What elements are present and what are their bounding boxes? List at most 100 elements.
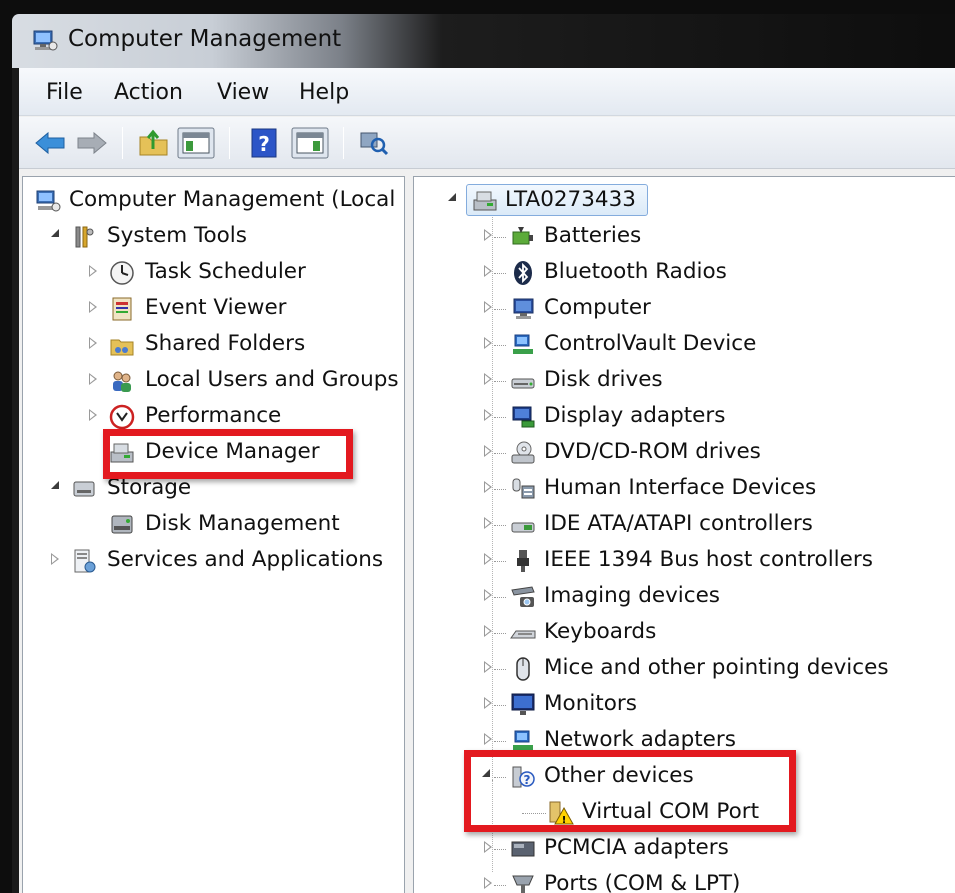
- expand-arrow-icon[interactable]: [89, 337, 97, 349]
- tree-label: Shared Folders: [145, 331, 306, 356]
- expand-arrow-icon[interactable]: [484, 697, 492, 709]
- expand-arrow-icon[interactable]: [484, 229, 492, 241]
- tree-label: ControlVault Device: [544, 331, 757, 356]
- shared-folder-icon: [110, 339, 134, 356]
- show-hide-action-pane-icon[interactable]: [291, 127, 329, 159]
- expand-arrow-icon[interactable]: [51, 553, 59, 565]
- users-icon: [113, 371, 131, 392]
- tree-label: Imaging devices: [544, 583, 721, 608]
- computer-management-window: Computer Management File Action View Hel…: [12, 14, 955, 893]
- expand-arrow-icon[interactable]: [484, 517, 492, 529]
- tree-connector: [494, 525, 506, 526]
- menu-help[interactable]: Help: [299, 80, 349, 105]
- tree-label: Disk Management: [145, 511, 340, 536]
- computer-management-icon: [33, 30, 58, 51]
- panes-area: Computer Management (Local System Tools: [19, 173, 955, 893]
- tree-label: Batteries: [544, 223, 642, 248]
- tree-label: Ports (COM & LPT): [544, 871, 741, 893]
- help-icon[interactable]: ?: [247, 127, 281, 159]
- expand-arrow-icon[interactable]: [484, 301, 492, 313]
- monitor-icon: [513, 298, 534, 319]
- collapse-arrow-icon[interactable]: [482, 769, 490, 777]
- expand-arrow-icon[interactable]: [484, 841, 492, 853]
- svg-text:?: ?: [524, 773, 531, 787]
- tree-connector: [494, 669, 506, 670]
- clock-icon: [110, 261, 134, 285]
- expand-arrow-icon[interactable]: [484, 625, 492, 637]
- port-connector-icon: [512, 875, 534, 893]
- tree-connector: [494, 489, 506, 490]
- monitor-icon: [511, 693, 535, 715]
- tree-label: LTA0273433: [505, 187, 636, 212]
- tree-label: Device Manager: [145, 439, 320, 464]
- tree-label: IDE ATA/ATAPI controllers: [544, 511, 813, 536]
- expand-arrow-icon[interactable]: [484, 409, 492, 421]
- pcmcia-card-icon: [511, 841, 535, 857]
- expand-arrow-icon[interactable]: [89, 373, 97, 385]
- expand-arrow-icon[interactable]: [484, 733, 492, 745]
- toolbar-separator: [343, 127, 344, 159]
- tree-label: Services and Applications: [107, 547, 384, 572]
- network-device-icon: [513, 334, 533, 354]
- device-tree-pane[interactable]: LTA0273433 Batteries Bluetooth Radios Co…: [413, 176, 955, 893]
- expand-arrow-icon[interactable]: [89, 265, 97, 277]
- expand-arrow-icon[interactable]: [89, 301, 97, 313]
- show-hide-console-tree-icon[interactable]: [177, 127, 215, 159]
- tree-label: Monitors: [544, 691, 637, 716]
- tree-label: Bluetooth Radios: [544, 259, 727, 284]
- computer-icon: [473, 191, 497, 211]
- tree-connector: [522, 813, 546, 814]
- event-viewer-icon: [112, 297, 132, 321]
- title-bar[interactable]: Computer Management: [12, 14, 955, 68]
- scan-hardware-icon[interactable]: [357, 127, 391, 159]
- toolbar-separator: [229, 127, 230, 159]
- collapse-arrow-icon[interactable]: [51, 229, 59, 237]
- storage-icon: [73, 481, 95, 497]
- tree-label: Display adapters: [544, 403, 726, 428]
- svg-text:!: !: [562, 815, 567, 826]
- tree-label: Local Users and Groups: [145, 367, 399, 392]
- tree-label: Performance: [145, 403, 282, 428]
- tree-label: System Tools: [107, 223, 247, 248]
- network-adapter-icon: [513, 730, 533, 750]
- tree-connector: [494, 777, 506, 778]
- svg-text:?: ?: [258, 132, 270, 156]
- expand-arrow-icon[interactable]: [484, 481, 492, 493]
- expand-arrow-icon[interactable]: [484, 445, 492, 457]
- tree-label: Event Viewer: [145, 295, 287, 320]
- console-tree-pane[interactable]: Computer Management (Local System Tools: [22, 176, 405, 893]
- menu-action[interactable]: Action: [114, 80, 183, 105]
- computer-management-icon: [36, 190, 61, 212]
- forward-icon[interactable]: [75, 127, 109, 159]
- menu-bar: File Action View Help: [19, 68, 955, 116]
- expand-arrow-icon[interactable]: [484, 553, 492, 565]
- collapse-arrow-icon[interactable]: [448, 193, 456, 201]
- tree-label: Task Scheduler: [145, 259, 306, 284]
- warning-device-icon: !: [549, 801, 574, 826]
- disk-management-icon: [111, 515, 133, 534]
- keyboard-icon: [510, 630, 536, 639]
- tree-connector: [494, 885, 506, 886]
- menu-view[interactable]: View: [217, 80, 269, 105]
- expand-arrow-icon[interactable]: [484, 661, 492, 673]
- tree-label: Other devices: [544, 763, 694, 788]
- display-adapter-icon: [512, 406, 535, 428]
- collapse-arrow-icon[interactable]: [51, 481, 59, 489]
- tree-connector: [494, 345, 506, 346]
- tree-connector: [494, 273, 506, 274]
- expand-arrow-icon[interactable]: [484, 589, 492, 601]
- expand-arrow-icon[interactable]: [89, 409, 97, 421]
- tree-label: IEEE 1394 Bus host controllers: [544, 547, 873, 572]
- expand-arrow-icon[interactable]: [484, 877, 492, 889]
- expand-arrow-icon[interactable]: [484, 265, 492, 277]
- expand-arrow-icon[interactable]: [484, 337, 492, 349]
- up-folder-icon[interactable]: [137, 127, 171, 159]
- tree-label: Virtual COM Port: [582, 799, 760, 824]
- dvd-drive-icon: [511, 441, 535, 464]
- tree-label: Disk drives: [544, 367, 663, 392]
- back-icon[interactable]: [33, 127, 67, 159]
- tree-connector: [492, 217, 493, 872]
- unknown-device-icon: ?: [512, 766, 535, 788]
- menu-file[interactable]: File: [46, 80, 83, 105]
- expand-arrow-icon[interactable]: [484, 373, 492, 385]
